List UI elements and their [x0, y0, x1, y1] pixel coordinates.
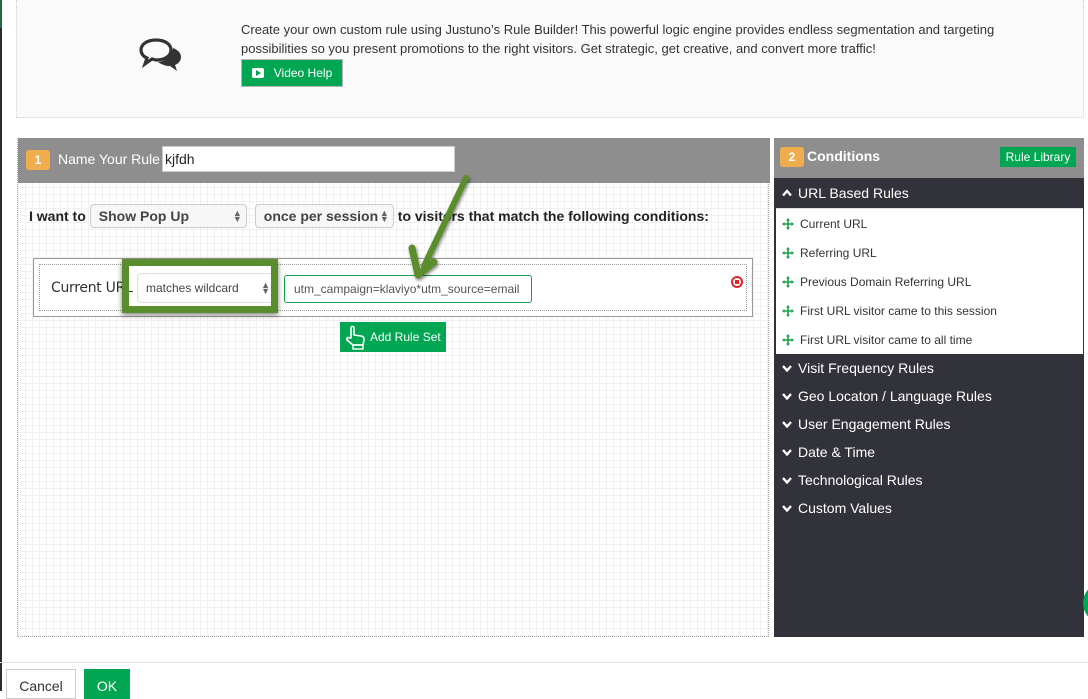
group-label: Technological Rules [798, 472, 923, 488]
video-help-label: Video Help [273, 66, 333, 80]
sentence-suffix: to visitors that match the following con… [397, 208, 709, 224]
move-icon [782, 275, 794, 288]
rule-name-label: Name Your Rule [58, 151, 160, 167]
chevron-down-icon [782, 365, 792, 373]
group-custom-values[interactable]: Custom Values [774, 494, 1084, 522]
url-rules-list: Current URL Referring URL Previous Domai… [776, 208, 1083, 354]
intro-text: Create your own custom rule using Justun… [241, 22, 995, 56]
group-date-time[interactable]: Date & Time [774, 438, 1084, 466]
frequency-select-value: once per session [263, 208, 379, 224]
group-geo-location-rules[interactable]: Geo Locaton / Language Rules [774, 382, 1084, 410]
list-item-label: Previous Domain Referring URL [800, 274, 972, 289]
hand-pointer-icon [345, 325, 365, 350]
list-item-label: First URL visitor came to this session [800, 303, 997, 318]
conditions-header: 2 Conditions Rule Library [774, 138, 1084, 178]
window-edge [0, 0, 2, 691]
condition-label: Current URL [51, 280, 133, 296]
move-icon [782, 246, 794, 259]
action-select[interactable]: Show Pop Up ▲ ▼ [89, 204, 247, 228]
move-icon [782, 217, 794, 230]
rule-library-button[interactable]: Rule Library [1000, 147, 1076, 167]
rule-header: 1 Name Your Rule [18, 138, 770, 183]
conditions-panel: 2 Conditions Rule Library URL Based Rule… [774, 138, 1084, 637]
operator-select[interactable]: matches wildcard ▲ ▼ [137, 273, 277, 303]
group-visit-frequency-rules[interactable]: Visit Frequency Rules [774, 354, 1084, 382]
select-arrows-icon: ▲ ▼ [261, 280, 270, 296]
play-icon [251, 68, 264, 78]
ok-button[interactable]: OK [84, 669, 130, 699]
list-item-label: First URL visitor came to all time [800, 332, 973, 347]
list-item[interactable]: First URL visitor came to this session [776, 296, 1083, 325]
rule-row: Current URL matches wildcard ▲ ▼ [39, 264, 747, 311]
list-item[interactable]: Previous Domain Referring URL [776, 267, 1083, 296]
group-label: Date & Time [798, 444, 876, 460]
sentence-prefix: I want to [29, 208, 86, 224]
intro-panel: Create your own custom rule using Justun… [16, 0, 1084, 118]
rule-set: Current URL matches wildcard ▲ ▼ [33, 258, 753, 317]
group-url-based-rules[interactable]: URL Based Rules [774, 179, 1084, 207]
rule-name-input[interactable] [162, 146, 455, 172]
add-rule-set-label: Add Rule Set [370, 330, 441, 344]
group-label: User Engagement Rules [798, 416, 951, 432]
window-edge-accent [0, 0, 2, 28]
chevron-down-icon [782, 449, 792, 457]
comments-icon [139, 38, 181, 71]
chevron-down-icon [782, 505, 792, 513]
move-icon [782, 333, 794, 346]
step-badge: 1 [26, 150, 50, 170]
remove-circle-icon[interactable] [731, 276, 743, 288]
action-select-value: Show Pop Up [98, 208, 189, 224]
list-item-label: Referring URL [800, 245, 877, 260]
list-item[interactable]: Current URL [776, 209, 1083, 238]
step-badge: 2 [780, 147, 804, 167]
group-label: Custom Values [798, 500, 892, 516]
group-user-engagement-rules[interactable]: User Engagement Rules [774, 410, 1084, 438]
group-label: Geo Locaton / Language Rules [798, 388, 992, 404]
list-item[interactable]: First URL visitor came to all time [776, 325, 1083, 354]
cancel-button[interactable]: Cancel [6, 669, 76, 699]
add-rule-set-button[interactable]: Add Rule Set [340, 322, 446, 352]
list-item-label: Current URL [800, 216, 868, 231]
chevron-down-icon [782, 393, 792, 401]
rule-sentence: I want to Show Pop Up ▲ ▼ once per sessio… [29, 204, 709, 228]
chevron-up-icon [782, 189, 792, 197]
condition-value-input[interactable] [284, 275, 532, 303]
operator-select-value: matches wildcard [146, 281, 239, 295]
list-item[interactable]: Referring URL [776, 238, 1083, 267]
select-arrows-icon: ▲ ▼ [232, 208, 242, 224]
video-help-button[interactable]: Video Help [241, 59, 343, 87]
chevron-down-icon [782, 421, 792, 429]
move-icon [782, 304, 794, 317]
frequency-select[interactable]: once per session ▲ ▼ [254, 204, 394, 228]
rule-builder-panel: 1 Name Your Rule I want to Show Pop Up ▲… [17, 138, 770, 637]
select-arrows-icon: ▲ ▼ [379, 208, 389, 224]
conditions-title: Conditions [807, 148, 881, 164]
chevron-down-icon [782, 477, 792, 485]
group-label: URL Based Rules [798, 185, 909, 201]
footer-divider [0, 662, 1088, 663]
group-technological-rules[interactable]: Technological Rules [774, 466, 1084, 494]
group-label: Visit Frequency Rules [798, 360, 934, 376]
